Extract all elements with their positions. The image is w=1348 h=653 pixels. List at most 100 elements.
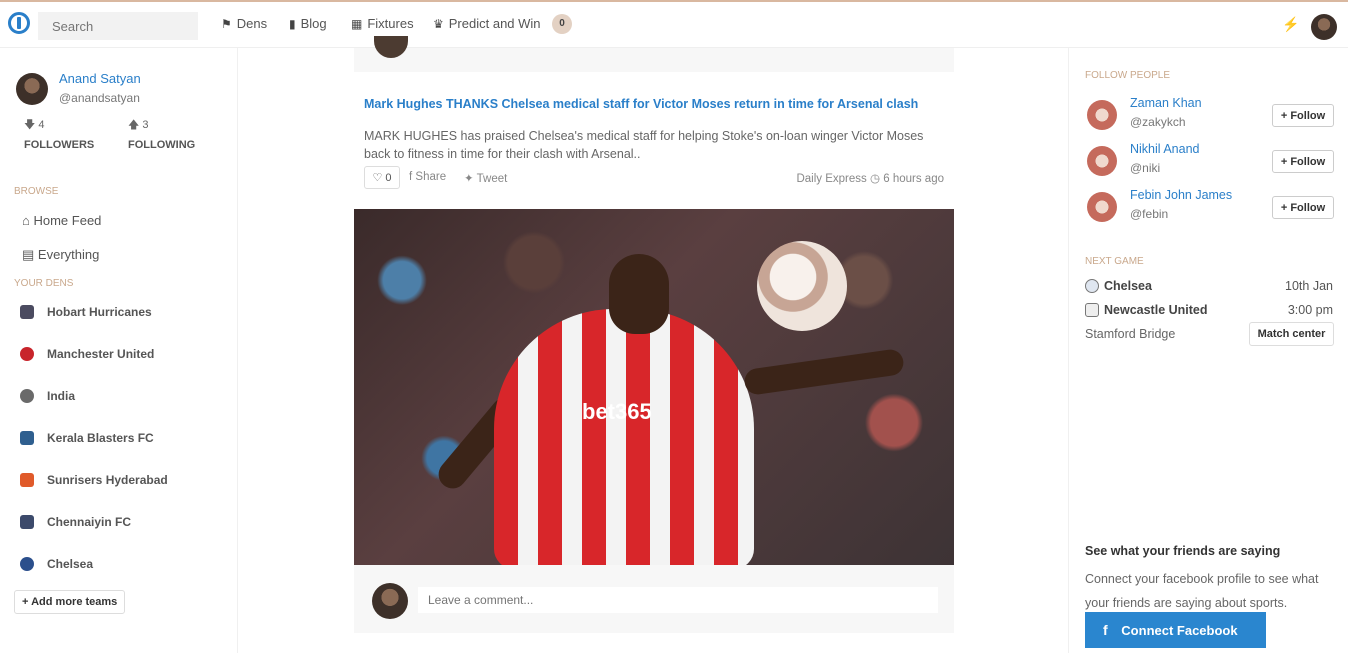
connect-facebook-button[interactable]: f Connect Facebook <box>1085 612 1266 648</box>
match-center-button[interactable]: Match center <box>1249 322 1334 346</box>
den-manchester-united[interactable]: Manchester United <box>20 347 154 361</box>
add-more-teams-button[interactable]: + Add more teams <box>14 590 126 614</box>
post-summary: MARK HUGHES has praised Chelsea's medica… <box>364 129 924 161</box>
left-sidebar: Anand Satyan @anandsatyan 🡇 4 FOLLOWERS … <box>0 48 238 653</box>
facebook-icon: f <box>409 171 413 183</box>
plus-icon: + <box>22 596 29 608</box>
person-avatar[interactable] <box>1087 146 1117 176</box>
comment-input[interactable] <box>418 587 938 613</box>
browse-everything-label: Everything <box>37 247 100 262</box>
nav-predict-label: Predict and Win <box>448 16 541 31</box>
den-chelsea[interactable]: Chelsea <box>20 557 93 571</box>
person-name[interactable]: Nikhil Anand <box>1130 142 1200 156</box>
person-avatar[interactable] <box>1087 192 1117 222</box>
like-button[interactable]: ♡ 0 <box>364 166 400 189</box>
den-label: Kerala Blasters FC <box>47 431 154 445</box>
logo-icon[interactable] <box>8 12 30 34</box>
tweet-link[interactable]: ✦ Tweet <box>464 171 507 185</box>
profile-name[interactable]: Anand Satyan <box>59 71 141 86</box>
nav-blog-label: Blog <box>300 16 327 31</box>
avatar <box>374 36 408 58</box>
connect-facebook-label: Connect Facebook <box>1121 623 1238 638</box>
twitter-icon: ✦ <box>464 173 474 185</box>
den-label: Manchester United <box>47 347 155 361</box>
browse-home-feed[interactable]: ⌂ Home Feed <box>22 213 101 228</box>
den-kerala-blasters[interactable]: Kerala Blasters FC <box>20 431 154 445</box>
follow-people-heading: FOLLOW PEOPLE <box>1085 70 1171 81</box>
post-image[interactable]: bet365 <box>354 209 954 565</box>
next-game-heading: NEXT GAME <box>1085 256 1144 267</box>
suggested-person: Zaman Khan @zakykch + Follow <box>1085 96 1335 136</box>
person-name[interactable]: Zaman Khan <box>1130 96 1202 110</box>
post-meta: Daily Express ◷ 6 hours ago <box>796 171 944 185</box>
person-name[interactable]: Febin John James <box>1130 188 1232 202</box>
like-count: 0 <box>385 172 392 184</box>
following-label: FOLLOWING <box>128 139 196 151</box>
search-input[interactable] <box>38 12 198 40</box>
nav-dens[interactable]: ⚑ Dens <box>221 16 267 31</box>
team-crest-icon <box>20 557 34 571</box>
clock-icon: ◷ <box>870 173 881 185</box>
predict-count-badge[interactable]: 0 <box>552 14 572 34</box>
game-date: 10th Jan <box>1285 279 1333 293</box>
nav-fixtures-label: Fixtures <box>367 16 414 31</box>
nav-fixtures[interactable]: ▦ Fixtures <box>351 16 414 31</box>
football-shape <box>757 241 847 331</box>
followers-count: 4 <box>38 119 45 131</box>
follow-button[interactable]: + Follow <box>1272 104 1334 127</box>
friends-heading: See what your friends are saying <box>1085 544 1281 558</box>
den-label: Sunrisers Hyderabad <box>47 473 168 487</box>
team-crest-icon <box>20 305 34 319</box>
post-title[interactable]: Mark Hughes THANKS Chelsea medical staff… <box>364 97 918 111</box>
den-india[interactable]: India <box>20 389 75 403</box>
newspaper-icon: ▤ <box>22 247 35 262</box>
home-team[interactable]: Chelsea <box>1085 279 1152 293</box>
following-stat[interactable]: 🡅 3 FOLLOWING <box>128 116 195 151</box>
newcastle-crest-icon <box>1085 303 1099 317</box>
image-shape <box>742 347 906 397</box>
home-team-name: Chelsea <box>1104 279 1152 293</box>
follow-label: Follow <box>1290 109 1326 122</box>
away-team[interactable]: Newcastle United <box>1085 303 1208 317</box>
den-hobart-hurricanes[interactable]: Hobart Hurricanes <box>20 305 152 319</box>
team-crest-icon <box>20 515 34 529</box>
browse-heading: BROWSE <box>14 186 59 197</box>
user-avatar[interactable] <box>1311 14 1337 40</box>
suggested-person: Febin John James @febin + Follow <box>1085 188 1335 228</box>
follow-button[interactable]: + Follow <box>1272 196 1334 219</box>
plus-icon: + <box>1280 201 1288 214</box>
image-shape <box>494 309 754 565</box>
share-link[interactable]: f Share <box>409 171 446 183</box>
home-icon: ⌂ <box>22 213 30 228</box>
person-handle: @febin <box>1130 207 1169 221</box>
suggested-person: Nikhil Anand @niki + Follow <box>1085 142 1335 182</box>
calendar-icon: ▦ <box>351 16 363 31</box>
follow-label: Follow <box>1290 155 1326 168</box>
team-crest-icon <box>20 431 34 445</box>
browse-everything[interactable]: ▤ Everything <box>22 247 99 263</box>
follow-button[interactable]: + Follow <box>1272 150 1334 173</box>
followers-stat[interactable]: 🡇 4 FOLLOWERS <box>24 116 94 151</box>
previous-post-footer <box>354 36 954 72</box>
den-chennaiyin-fc[interactable]: Chennaiyin FC <box>20 515 131 529</box>
commenter-avatar <box>372 583 408 619</box>
plus-icon: + <box>1280 109 1288 122</box>
person-handle: @zakykch <box>1130 115 1186 129</box>
den-label: India <box>47 389 76 403</box>
den-sunrisers-hyderabad[interactable]: Sunrisers Hyderabad <box>20 473 168 487</box>
lightning-bolt-icon[interactable]: ⚡ <box>1282 16 1299 33</box>
nav-predict-and-win[interactable]: ♛ Predict and Win <box>433 16 541 31</box>
profile-avatar[interactable] <box>16 73 48 105</box>
person-avatar[interactable] <box>1087 100 1117 130</box>
nav-blog[interactable]: ▮ Blog <box>289 16 327 31</box>
tweet-label: Tweet <box>476 173 508 185</box>
share-label: Share <box>415 171 447 183</box>
facebook-icon: f <box>1103 622 1108 638</box>
den-label: Chennaiyin FC <box>47 515 132 529</box>
game-venue: Stamford Bridge <box>1085 327 1176 341</box>
heart-icon: ♡ <box>372 172 383 184</box>
image-shape <box>609 254 669 334</box>
comment-bar <box>354 565 954 633</box>
arrow-down-icon: 🡇 <box>24 119 36 131</box>
profile-handle: @anandsatyan <box>59 91 140 105</box>
